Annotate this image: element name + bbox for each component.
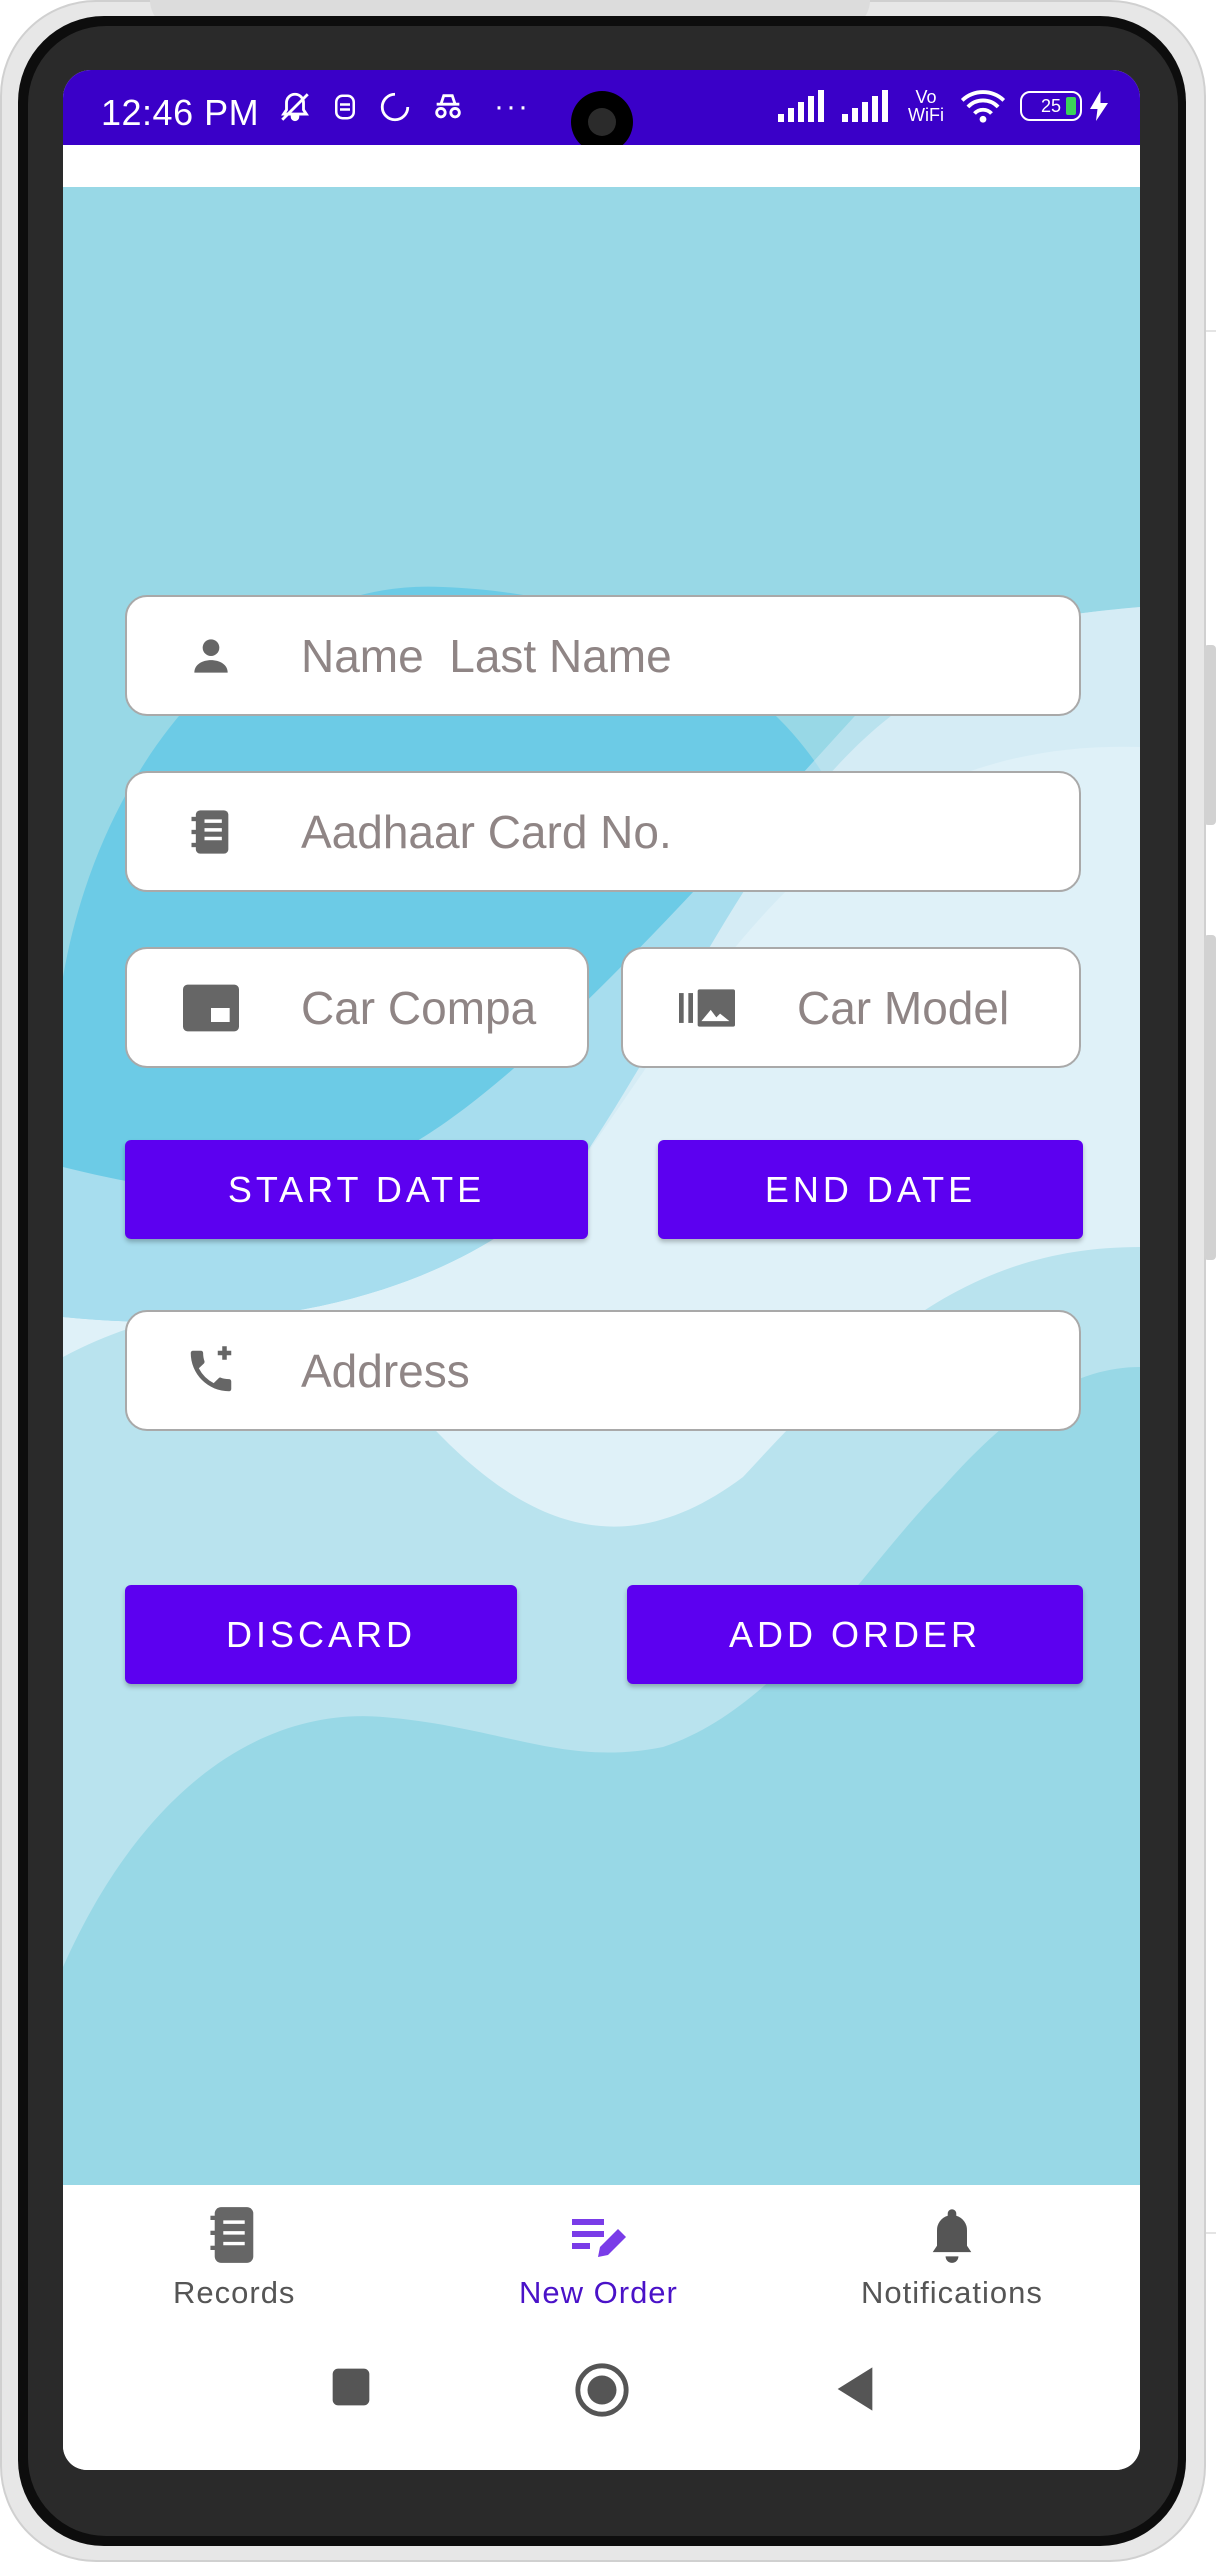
- status-system-icons: Vo WiFi 25: [778, 88, 1108, 124]
- front-camera: [571, 91, 633, 153]
- status-notification-icons: ···: [278, 90, 530, 124]
- nav-item-new-order[interactable]: New Order: [519, 2205, 678, 2311]
- nav-label-new-order: New Order: [519, 2275, 678, 2310]
- records-icon: [210, 2207, 254, 2263]
- picture-in-picture-icon: [183, 980, 239, 1036]
- nav-item-notifications[interactable]: Notifications: [861, 2205, 1043, 2311]
- status-time: 12:46 PM: [101, 92, 260, 133]
- back-icon[interactable]: [833, 2363, 877, 2415]
- add-call-icon: [183, 1343, 239, 1399]
- signal-icon-2: [842, 90, 888, 122]
- vowifi-label: Vo WiFi: [908, 87, 944, 125]
- nav-item-records[interactable]: Records: [173, 2205, 295, 2311]
- car-company-input[interactable]: [301, 980, 571, 1035]
- person-icon: [183, 628, 239, 684]
- photo-library-icon: [679, 980, 735, 1036]
- app-bar: [63, 145, 1140, 187]
- discard-button[interactable]: DISCARD: [125, 1585, 517, 1684]
- battery-icon: 25: [1020, 91, 1108, 121]
- phone-screen: 12:46 PM ··· Vo WiFi 25 Name Last Name A…: [63, 70, 1140, 2470]
- incognito-icon: [435, 94, 461, 119]
- battery-level: 25: [1040, 95, 1062, 116]
- more-notifications-icon: ···: [494, 90, 530, 123]
- aadhaar-field[interactable]: [125, 771, 1081, 892]
- car-company-field[interactable]: [125, 947, 589, 1068]
- bell-off-icon: [281, 92, 309, 122]
- power-button: [1204, 935, 1216, 1260]
- add-order-button[interactable]: ADD ORDER: [627, 1585, 1083, 1684]
- home-icon[interactable]: [573, 2361, 631, 2419]
- recent-apps-icon[interactable]: [329, 2365, 373, 2409]
- end-date-button[interactable]: END DATE: [658, 1140, 1083, 1239]
- nav-label-records: Records: [173, 2275, 296, 2310]
- aadhaar-input[interactable]: [301, 804, 1063, 859]
- order-form-screen: START DATE END DATE DISCARD ADD ORDER: [63, 187, 1140, 2185]
- volume-button: [1204, 645, 1216, 825]
- status-bar: 12:46 PM ··· Vo WiFi 25: [63, 70, 1140, 153]
- name-field[interactable]: [125, 595, 1081, 716]
- system-navigation-bar: [63, 2345, 1140, 2470]
- wifi-icon: [960, 90, 1006, 123]
- edit-list-icon: [572, 2219, 627, 2257]
- sync-icon: [380, 92, 410, 122]
- name-input[interactable]: [301, 628, 1063, 683]
- car-model-field[interactable]: [621, 947, 1081, 1068]
- start-date-button[interactable]: START DATE: [125, 1140, 588, 1239]
- app-notification-icon: [335, 94, 355, 120]
- address-input[interactable]: [301, 1343, 1063, 1398]
- bell-icon: [932, 2209, 972, 2263]
- car-model-input[interactable]: [797, 980, 1063, 1035]
- signal-icon: [778, 90, 824, 122]
- charging-icon: [1090, 91, 1108, 121]
- bottom-navigation: Records New Order Notifications: [63, 2185, 1140, 2345]
- document-icon: [183, 804, 239, 860]
- address-field[interactable]: [125, 1310, 1081, 1431]
- nav-label-notifications: Notifications: [861, 2275, 1043, 2310]
